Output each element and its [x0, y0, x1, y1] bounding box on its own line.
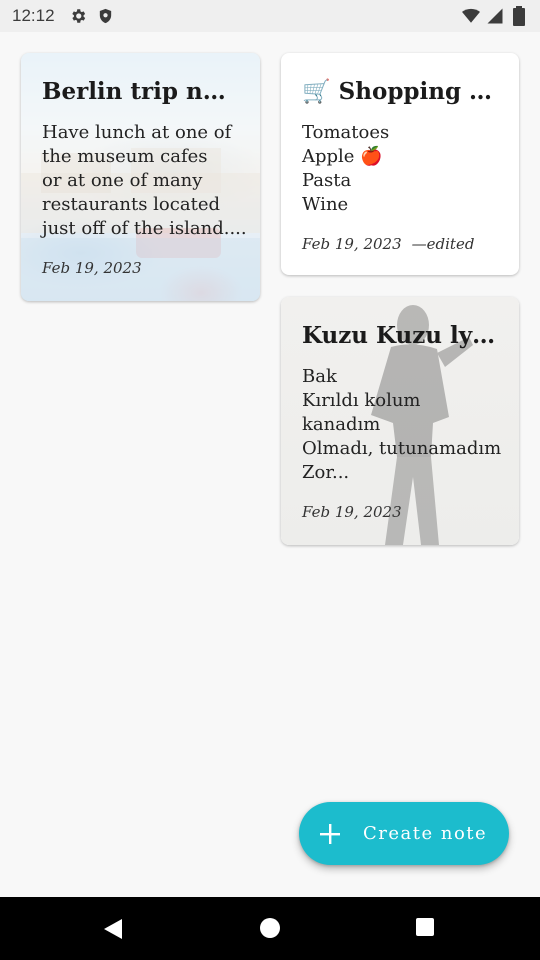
shield-icon — [97, 7, 115, 25]
note-title: 🛒 Shopping list — [302, 77, 498, 107]
note-date-text: Feb 19, 2023 — [302, 235, 402, 253]
note-body-line: just off of the island.... — [42, 218, 247, 239]
note-edited-label: —edited — [411, 235, 475, 253]
note-body: Have lunch at one of the museum cafes or… — [42, 121, 247, 241]
note-body-line: Apple 🍎 — [302, 146, 383, 167]
note-body: Tomatoes Apple 🍎 Pasta Wine — [302, 121, 498, 217]
recents-icon[interactable] — [415, 917, 439, 941]
signal-icon — [486, 7, 504, 25]
note-title-text: Shopping list — [338, 78, 498, 105]
status-bar: 12:12 — [0, 0, 540, 32]
create-note-button[interactable]: Create note — [299, 802, 509, 865]
create-note-label: Create note — [363, 823, 488, 844]
plus-icon — [319, 823, 341, 845]
note-body-line: restaurants located — [42, 194, 220, 215]
note-date-text: Feb 19, 2023 — [42, 259, 142, 277]
note-body-line: the museum cafes — [42, 146, 208, 167]
note-card-shopping-list[interactable]: 🛒 Shopping list Tomatoes Apple 🍎 Pasta W… — [281, 53, 519, 275]
note-body-line: Zor... — [302, 462, 350, 483]
note-date-text: Feb 19, 2023 — [302, 503, 402, 521]
note-body-line: Olmadı, tutunamadım — [302, 438, 502, 459]
back-icon[interactable] — [102, 917, 126, 941]
wifi-icon — [462, 7, 480, 25]
note-body-line: Kırıldı kolum — [302, 390, 421, 411]
note-date: Feb 19, 2023 —edited — [302, 235, 474, 253]
shopping-cart-icon: 🛒 — [302, 78, 331, 105]
note-title: Berlin trip notes — [42, 78, 239, 105]
note-body-line: Wine — [302, 194, 349, 215]
note-title: Kuzu Kuzu lyr... — [302, 322, 498, 349]
navigation-bar — [0, 897, 540, 960]
note-body: Bak Kırıldı kolum kanadım Olmadı, tutuna… — [302, 365, 502, 485]
note-body-line: Bak — [302, 366, 337, 387]
note-body-line: Pasta — [302, 170, 352, 191]
note-card-kuzu-kuzu[interactable]: Kuzu Kuzu lyr... Bak Kırıldı kolum kanad… — [281, 297, 519, 545]
note-date: Feb 19, 2023 — [42, 259, 142, 277]
home-icon[interactable] — [259, 917, 283, 941]
note-body-line: Have lunch at one of — [42, 122, 232, 143]
note-body-line: kanadım — [302, 414, 381, 435]
gear-icon — [69, 7, 87, 25]
note-card-berlin[interactable]: Berlin trip notes Have lunch at one of t… — [21, 53, 260, 301]
status-time: 12:12 — [12, 6, 55, 25]
note-date: Feb 19, 2023 — [302, 503, 402, 521]
battery-icon — [510, 6, 528, 26]
note-body-line: Tomatoes — [302, 122, 390, 143]
note-body-line: or at one of many — [42, 170, 203, 191]
